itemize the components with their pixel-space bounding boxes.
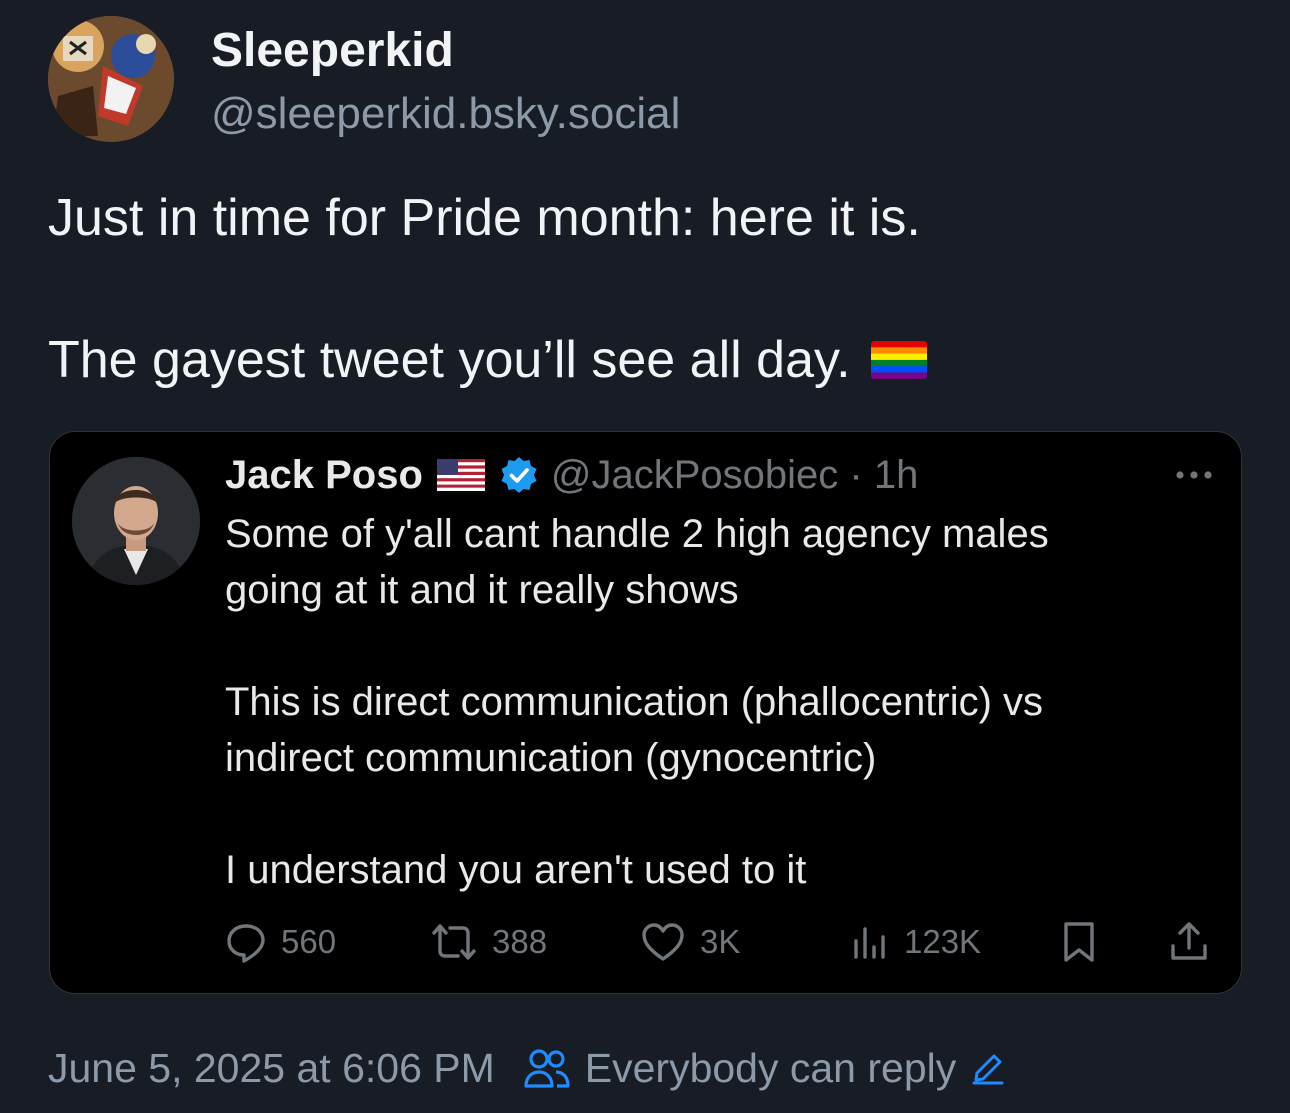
reply-count: 560 bbox=[281, 923, 337, 960]
quoted-handle-time: @JackPosobiec · 1h bbox=[550, 453, 919, 497]
quoted-body-line-3: This is direct communication (phallocent… bbox=[225, 680, 1044, 724]
quoted-repost-stat: 388 bbox=[430, 918, 547, 966]
post-timestamp: June 5, 2025 at 6:06 PM bbox=[48, 1044, 495, 1091]
views-chart-icon bbox=[854, 927, 885, 959]
quoted-author-avatar bbox=[72, 457, 200, 585]
quoted-action-bar: 560 388 3K 123K bbox=[50, 918, 1241, 966]
like-count: 3K bbox=[700, 923, 741, 960]
post-text-line-1: Just in time for Pride month: here it is… bbox=[48, 189, 921, 247]
embedded-screenshot[interactable]: Jack Poso @JackPosobiec · 1h Some of y'a… bbox=[49, 431, 1242, 994]
quoted-like-stat: 3K bbox=[640, 918, 740, 966]
verified-badge-icon bbox=[499, 455, 539, 495]
comic-art-avatar-icon bbox=[48, 16, 174, 142]
views-count: 123K bbox=[904, 923, 982, 960]
repost-count: 388 bbox=[492, 923, 548, 960]
quoted-body-line-1: Some of y'all cant handle 2 high agency … bbox=[225, 512, 1049, 556]
repost-icon bbox=[432, 924, 476, 960]
more-options-icon bbox=[1172, 460, 1216, 490]
pencil-icon[interactable] bbox=[970, 1050, 1006, 1086]
quoted-body-line-4: indirect communication (gynocentric) bbox=[225, 736, 877, 780]
post-text-line-2: The gayest tweet you’ll see all day. bbox=[48, 328, 927, 392]
quoted-display-name: Jack Poso bbox=[225, 453, 423, 497]
quoted-body-line-2: going at it and it really shows bbox=[225, 568, 739, 612]
author-avatar[interactable] bbox=[48, 16, 174, 142]
author-handle[interactable]: @sleeperkid.bsky.social bbox=[211, 86, 680, 142]
post: Sleeperkid @sleeperkid.bsky.social Just … bbox=[0, 0, 1290, 1113]
rainbow-flag-icon bbox=[870, 341, 927, 379]
people-icon bbox=[523, 1046, 571, 1090]
quoted-views-stat: 123K bbox=[850, 918, 981, 966]
quoted-header: Jack Poso @JackPosobiec · 1h bbox=[225, 450, 918, 500]
us-flag-icon bbox=[436, 459, 485, 491]
post-text-line-2-text: The gayest tweet you’ll see all day. bbox=[48, 331, 851, 389]
reply-icon bbox=[227, 924, 265, 963]
quoted-body-line-5: I understand you aren't used to it bbox=[225, 848, 807, 892]
post-footer: June 5, 2025 at 6:06 PM Everybody can re… bbox=[48, 1040, 1006, 1096]
author-display-name[interactable]: Sleeperkid bbox=[211, 22, 454, 80]
bookmark-icon bbox=[1060, 918, 1098, 966]
quoted-reply-stat: 560 bbox=[225, 918, 336, 966]
person-photo-icon bbox=[72, 457, 200, 585]
reply-setting-label[interactable]: Everybody can reply bbox=[585, 1045, 956, 1092]
heart-icon bbox=[642, 923, 684, 961]
share-icon bbox=[1168, 918, 1210, 966]
